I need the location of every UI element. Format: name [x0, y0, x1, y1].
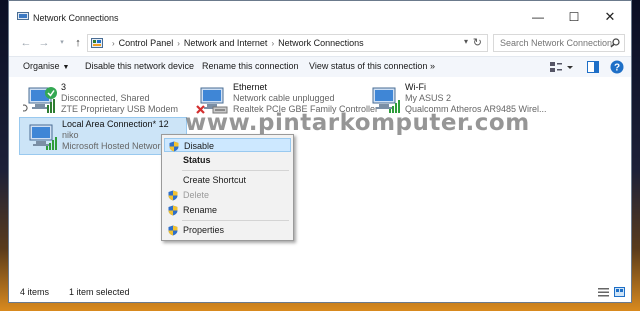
change-view-icon[interactable]	[549, 60, 563, 74]
uac-shield-icon	[168, 205, 178, 216]
menu-item-create-shortcut[interactable]: Create Shortcut	[164, 173, 291, 187]
recent-locations-chevron-icon[interactable]: ▾	[55, 36, 69, 50]
help-icon[interactable]: ?	[610, 60, 624, 74]
details-view-icon[interactable]	[598, 287, 609, 297]
network-connections-app-icon	[17, 12, 29, 20]
title-bar: Network Connections — ☐ ✕	[9, 1, 631, 31]
view-options-chevron-icon[interactable]	[566, 60, 574, 74]
breadcrumb-separator-icon: ›	[271, 39, 275, 48]
menu-item-label: Rename	[183, 205, 218, 215]
menu-item-properties[interactable]: Properties	[164, 223, 291, 237]
organise-caret-icon: ▼	[62, 64, 70, 71]
refresh-icon[interactable]: ↻	[473, 36, 482, 49]
view-status-button[interactable]: View status of this connection	[309, 61, 427, 71]
menu-item-disable[interactable]: Disable	[164, 138, 291, 152]
control-panel-icon	[91, 38, 103, 48]
svg-text:?: ?	[614, 63, 620, 74]
connection-device: ZTE Proprietary USB Modem	[61, 104, 179, 114]
menu-separator	[182, 170, 289, 171]
uac-shield-icon	[168, 190, 178, 201]
connection-status: Disconnected, Shared	[61, 93, 150, 103]
breadcrumb-network-and-internet[interactable]: Network and Internet	[184, 38, 268, 48]
breadcrumb: › Control Panel › Network and Internet › Netw…	[108, 38, 364, 48]
up-arrow-icon[interactable]: ↑	[71, 36, 85, 50]
network-adapter-connected-icon	[23, 87, 57, 113]
connection-status: Network cable unplugged	[233, 93, 335, 103]
menu-separator	[182, 220, 289, 221]
status-bar: 4 items 1 item selected	[9, 283, 631, 302]
menu-item-label: Delete	[183, 190, 210, 200]
search-input[interactable]	[494, 35, 614, 51]
connections-list: 3 Disconnected, Shared ZTE Proprietary U…	[9, 77, 631, 283]
menu-item-delete: Delete	[164, 188, 291, 202]
context-menu: Disable Status Create Shortcut Delete Re…	[161, 134, 294, 241]
breadcrumb-network-connections[interactable]: Network Connections	[278, 38, 364, 48]
organise-label: Organise	[23, 61, 60, 71]
menu-item-label: Disable	[184, 141, 215, 151]
hosted-network-adapter-icon	[29, 124, 57, 150]
search-box	[493, 34, 625, 52]
breadcrumb-control-panel[interactable]: Control Panel	[119, 38, 174, 48]
search-icon[interactable]	[610, 38, 620, 48]
watermark: www.pintarkomputer.com	[185, 110, 530, 136]
rename-connection-button[interactable]: Rename this connection	[202, 61, 299, 71]
command-bar: Organise ▼ Disable this network device Re…	[9, 56, 631, 78]
organise-button[interactable]: Organise ▼	[23, 61, 69, 71]
menu-item-label: Status	[183, 155, 211, 165]
preview-pane-icon[interactable]	[586, 60, 600, 74]
minimize-button[interactable]: —	[523, 5, 553, 29]
menu-item-label: Properties	[183, 225, 225, 235]
connection-status: niko	[62, 130, 79, 140]
address-dropdown-icon[interactable]: ▾	[464, 37, 468, 46]
window-title: Network Connections	[33, 13, 119, 23]
back-arrow-icon[interactable]: ←	[19, 36, 33, 50]
explorer-window: Network Connections — ☐ ✕ ← → ▾ ↑ › Contr…	[8, 0, 632, 303]
item-count: 4 items	[20, 287, 50, 297]
connection-name: 3	[61, 82, 67, 92]
uac-shield-icon	[169, 141, 179, 152]
address-bar[interactable]: › Control Panel › Network and Internet › Netw…	[87, 34, 488, 52]
connection-name: Ethernet	[233, 82, 268, 92]
maximize-button[interactable]: ☐	[559, 5, 589, 29]
menu-item-status[interactable]: Status	[164, 153, 291, 167]
more-commands-button[interactable]: »	[430, 61, 435, 71]
close-button[interactable]: ✕	[595, 5, 625, 29]
disable-device-button[interactable]: Disable this network device	[85, 61, 194, 71]
breadcrumb-separator-icon: ›	[112, 39, 115, 48]
connection-name: Wi-Fi	[405, 82, 426, 92]
connection-item-3[interactable]: 3 Disconnected, Shared ZTE Proprietary U…	[19, 81, 189, 117]
large-icons-view-icon[interactable]	[614, 287, 625, 297]
forward-arrow-icon[interactable]: →	[37, 36, 51, 50]
navigation-bar: ← → ▾ ↑ › Control Panel › Network and Inter…	[9, 31, 631, 55]
breadcrumb-separator-icon: ›	[177, 39, 180, 48]
connection-name: Local Area Connection* 12	[62, 119, 169, 129]
menu-item-label: Create Shortcut	[183, 175, 247, 185]
selection-count: 1 item selected	[69, 287, 130, 297]
uac-shield-icon	[168, 225, 178, 236]
menu-item-rename[interactable]: Rename	[164, 203, 291, 217]
connection-status: My ASUS 2	[405, 93, 452, 103]
